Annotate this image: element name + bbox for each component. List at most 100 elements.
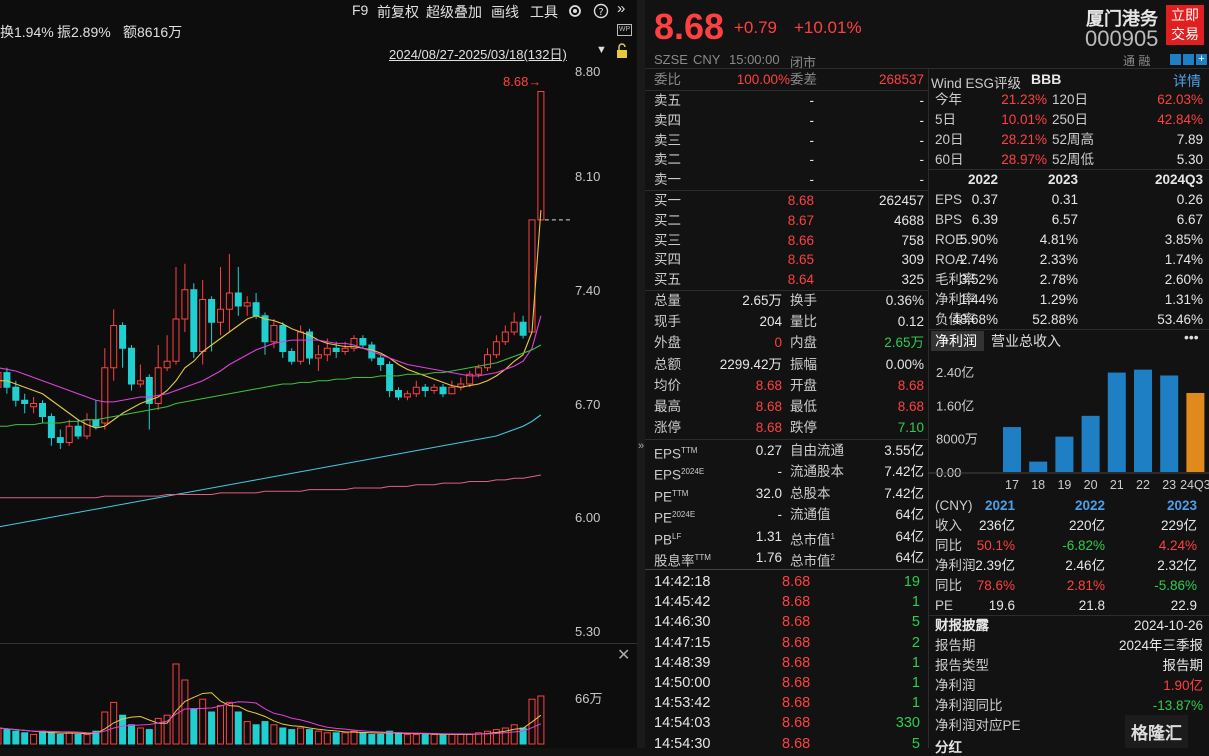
candle: [288, 351, 296, 362]
help-icon[interactable]: ?: [593, 3, 609, 19]
f9-button[interactable]: F9: [352, 2, 368, 18]
candle: [83, 419, 91, 437]
fund-label: PETTM: [654, 488, 689, 505]
candle: [21, 399, 29, 404]
volume-bar: [297, 727, 305, 745]
finance-label: EPS: [935, 192, 963, 207]
candle: [208, 299, 216, 323]
candle: [136, 380, 144, 385]
volume-bar: [21, 732, 29, 745]
candle: [332, 347, 340, 352]
profit-bar: [1055, 436, 1074, 472]
finance-row: 毛利率 3.52% 2.78% 2.60%: [935, 270, 1203, 290]
book-row[interactable]: 卖二 - -: [654, 150, 924, 170]
expand-icon[interactable]: »: [638, 440, 644, 452]
disclosure-header: 财报披露 2024-10-26: [935, 616, 1203, 636]
book-volume: -: [919, 152, 925, 168]
tab-revenue[interactable]: 营业总收入: [991, 331, 1061, 351]
volume-plot[interactable]: [0, 660, 570, 748]
kline-chart-panel[interactable]: F9 前复权 超级叠加 画线 工具 ? » 换1.94% 振2.89% 额861…: [0, 0, 637, 748]
fund-value: 32.0: [755, 485, 782, 501]
tick-row[interactable]: 14:45:42 8.68 1: [654, 592, 920, 612]
label: 委比: [654, 72, 681, 87]
bar-x-label: 20: [1084, 478, 1098, 492]
copy-icon[interactable]: [1183, 54, 1194, 65]
order-ratio-row: 委比 100.00% 委差 268537: [654, 70, 924, 90]
revenue-value: 2.32亿: [1157, 558, 1197, 573]
tools-button[interactable]: 工具: [530, 2, 558, 22]
forward-adjust-button[interactable]: 前复权: [377, 2, 419, 22]
tick-row[interactable]: 14:48:39 8.68 1: [654, 653, 920, 673]
lock-icon[interactable]: [614, 43, 630, 59]
book-price: -: [809, 112, 815, 128]
close-icon[interactable]: ✕: [617, 645, 630, 665]
tick-row[interactable]: 14:46:30 8.68 5: [654, 612, 920, 632]
add-icon[interactable]: +: [1196, 54, 1207, 65]
amplitude: 振2.89%: [57, 24, 111, 40]
tick-volume: 1: [911, 695, 920, 712]
collapse-icon[interactable]: »: [617, 0, 625, 17]
bar-x-label: 18: [1031, 478, 1045, 492]
profit-bar-chart[interactable]: 2.40亿1.60亿8000万0.0017 18 19 20 21 22 23 24Q3: [928, 352, 1209, 492]
trade-button[interactable]: 立即交易: [1166, 5, 1204, 45]
return-value: 28.97%: [1001, 152, 1047, 167]
tick-volume: 19: [903, 574, 920, 590]
volume-bar: [39, 730, 46, 745]
kline-plot[interactable]: [0, 60, 570, 650]
volume-bar: [199, 698, 207, 745]
disclosure-label: 报告期: [935, 638, 976, 653]
volume-bar: [12, 730, 20, 745]
finance-value: 6.57: [1051, 212, 1078, 227]
book-row[interactable]: 买二 8.67 4688: [654, 211, 924, 231]
book-row[interactable]: 买四 8.65 309: [654, 250, 924, 270]
finance-value: 1.31%: [1164, 292, 1203, 307]
stat-value: 2.65万: [884, 335, 924, 351]
fund-value: 64亿: [895, 507, 924, 523]
book-row[interactable]: 卖三 - -: [654, 131, 924, 151]
more-icon[interactable]: •••: [1184, 329, 1199, 345]
book-row[interactable]: 买五 8.64 325: [654, 270, 924, 290]
revenue-label: PE: [935, 598, 954, 613]
disclosure-row: 净利润同比 -13.87%: [935, 696, 1203, 716]
tick-row[interactable]: 14:53:42 8.68 1: [654, 693, 920, 713]
revenue-value: 2.46亿: [1065, 558, 1105, 573]
return-label: 今年: [935, 92, 962, 107]
splitter[interactable]: [637, 0, 645, 748]
candle: [492, 341, 500, 356]
tab-net-profit[interactable]: 净利润: [931, 331, 984, 351]
candle: [403, 393, 411, 398]
book-price: 8.66: [787, 232, 814, 248]
draw-line-button[interactable]: 画线: [491, 2, 519, 22]
book-row[interactable]: 卖一 - -: [654, 170, 924, 190]
tick-row[interactable]: 14:54:30 8.68 5: [654, 734, 920, 754]
esg-detail-link[interactable]: 详情: [1173, 71, 1201, 91]
candle: [519, 321, 527, 336]
esg-rating: BBB: [1031, 71, 1062, 87]
revenue-label: 同比: [935, 578, 962, 593]
overlay-button[interactable]: 超级叠加: [426, 2, 482, 22]
wp-icon[interactable]: WP: [617, 24, 632, 36]
fundamental-row: EPSTTM 0.27 自由流通 3.55亿: [654, 441, 924, 462]
edit-icon[interactable]: [1170, 54, 1181, 65]
dropdown-icon[interactable]: ▼: [596, 44, 607, 56]
book-row[interactable]: 买一 8.68 262457: [654, 191, 924, 211]
disclosure-value: 2024年三季报: [1118, 638, 1203, 653]
finance-value: 3.52%: [959, 272, 998, 287]
tick-row[interactable]: 14:50:00 8.68 1: [654, 673, 920, 693]
tick-price: 8.68: [782, 675, 811, 691]
tick-row[interactable]: 14:54:03 8.68 330: [654, 713, 920, 733]
book-row[interactable]: 卖四 - -: [654, 111, 924, 131]
book-row[interactable]: 卖五 - -: [654, 91, 924, 111]
revenue-value: -6.82%: [1062, 538, 1105, 553]
tick-row[interactable]: 14:42:18 8.68 19: [654, 572, 920, 592]
gear-icon[interactable]: [567, 3, 583, 19]
book-volume: 325: [901, 272, 924, 288]
tick-time: 14:42:18: [654, 574, 711, 590]
book-row[interactable]: 买三 8.66 758: [654, 231, 924, 251]
candle: [119, 325, 127, 349]
profit-bar: [1029, 461, 1048, 472]
tick-row[interactable]: 14:47:15 8.68 2: [654, 633, 920, 653]
disclosure-label: 净利润对应PE: [935, 718, 1021, 733]
revenue-row: 同比 50.1% -6.82% 4.24%: [935, 536, 1203, 556]
volume-bar: [332, 732, 340, 745]
